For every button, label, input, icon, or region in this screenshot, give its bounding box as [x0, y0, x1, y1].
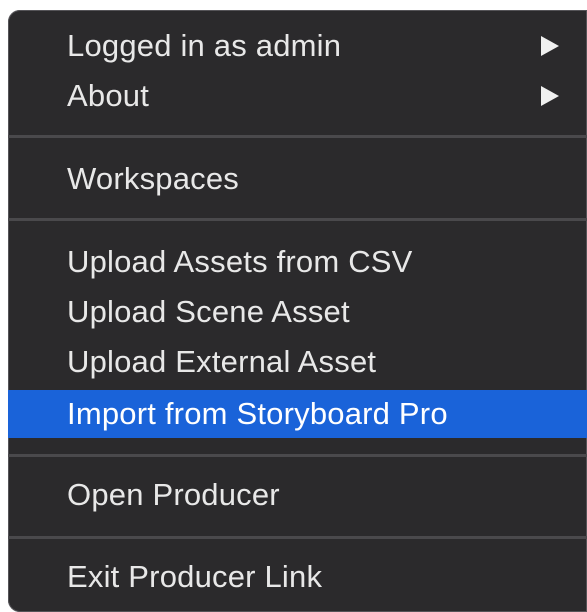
menu-item-open-producer[interactable]: Open Producer: [8, 471, 587, 519]
menu-item-label: Upload Scene Asset: [67, 294, 350, 329]
submenu-arrow-icon: [541, 86, 559, 106]
menu-item-logged-in-as-admin[interactable]: Logged in as admin: [8, 22, 587, 70]
menu-separator: [8, 536, 587, 539]
menu-item-import-from-storyboard-pro[interactable]: Import from Storyboard Pro: [8, 390, 587, 438]
menu-item-exit-producer-link[interactable]: Exit Producer Link: [8, 553, 587, 601]
menu-item-label: Exit Producer Link: [67, 559, 323, 594]
menu-item-label: Import from Storyboard Pro: [67, 396, 448, 431]
menu-separator: [8, 218, 587, 221]
menu-item-upload-scene-asset[interactable]: Upload Scene Asset: [8, 288, 587, 336]
menu-item-label: Logged in as admin: [67, 28, 342, 63]
menu-item-label: About: [67, 78, 150, 113]
menu-item-workspaces[interactable]: Workspaces: [8, 155, 587, 203]
menu-separator: [8, 454, 587, 457]
menu-item-label: Workspaces: [67, 161, 239, 196]
context-menu: Logged in as admin About Workspaces Uplo…: [8, 10, 587, 612]
menu-item-label: Upload Assets from CSV: [67, 244, 413, 279]
menu-item-upload-assets-from-csv[interactable]: Upload Assets from CSV: [8, 238, 587, 286]
submenu-arrow-icon: [541, 36, 559, 56]
menu-item-label: Upload External Asset: [67, 344, 377, 379]
menu-item-upload-external-asset[interactable]: Upload External Asset: [8, 338, 587, 386]
menu-item-label: Open Producer: [67, 477, 280, 512]
menu-separator: [8, 135, 587, 138]
menu-item-about[interactable]: About: [8, 72, 587, 120]
